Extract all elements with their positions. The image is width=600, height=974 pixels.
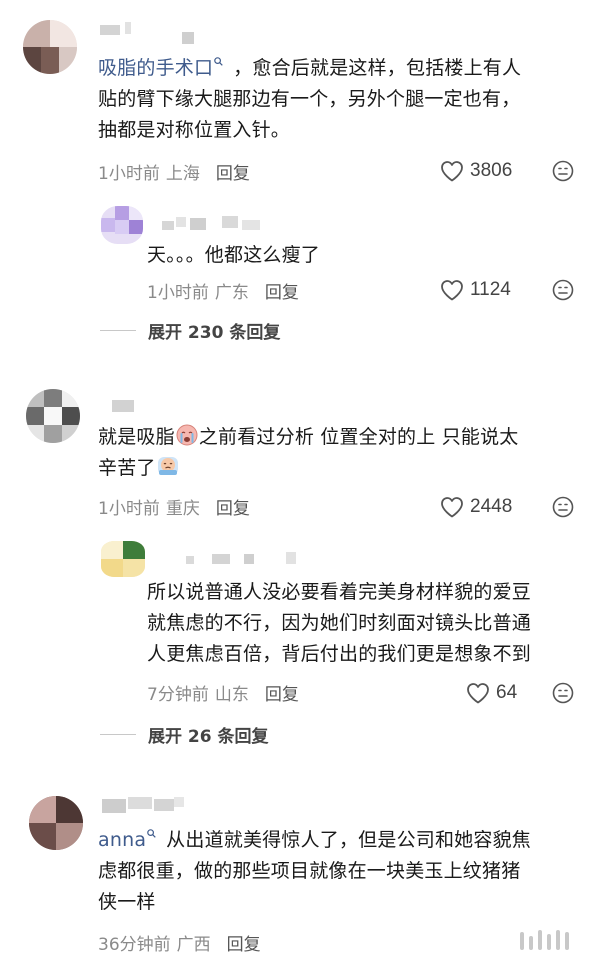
username[interactable] xyxy=(100,22,200,44)
timestamp: 1小时前 xyxy=(147,283,209,303)
watermark-logo xyxy=(520,930,572,952)
heart-outline-icon xyxy=(441,280,463,301)
avatar[interactable] xyxy=(26,389,80,443)
heart-outline-icon xyxy=(467,683,489,704)
crying-face-emoji-icon xyxy=(176,424,198,446)
tearful-face-emoji-icon xyxy=(157,457,178,475)
like-button[interactable]: 2448 xyxy=(440,493,512,521)
location: 重庆 xyxy=(165,499,200,519)
username[interactable] xyxy=(162,214,282,230)
comment-meta: 1小时前 重庆 回复 xyxy=(98,494,250,519)
meh-face-icon[interactable] xyxy=(552,682,574,704)
comment-meta: 36分钟前 广西 回复 xyxy=(98,930,261,955)
like-button[interactable]: 1124 xyxy=(440,276,511,304)
search-icon xyxy=(214,57,223,66)
comment-text: 天。。。他都这么瘦了 xyxy=(147,244,321,266)
username[interactable] xyxy=(186,550,306,566)
like-count: 1124 xyxy=(470,279,511,300)
meh-face-icon[interactable] xyxy=(552,160,574,182)
search-link[interactable]: anna xyxy=(98,829,166,851)
comment-text: anna 从出道就美得惊人了，但是公司和她容貌焦 虑都很重，做的那些项目就像在一块… xyxy=(98,829,531,913)
location: 上海 xyxy=(165,164,200,184)
timestamp: 36分钟前 xyxy=(98,935,171,955)
search-link[interactable]: 吸脂的手术口 xyxy=(98,57,233,79)
meh-face-icon[interactable] xyxy=(552,279,574,301)
username[interactable] xyxy=(112,400,142,416)
comment-text: 所以说普通人没必要看着完美身材样貌的爱豆 就焦虑的不行，因为她们时刻面对镜头比普… xyxy=(147,581,532,665)
avatar[interactable] xyxy=(23,20,77,74)
like-count: 64 xyxy=(496,682,518,703)
search-icon xyxy=(147,829,156,838)
location: 广东 xyxy=(214,283,249,303)
comment-meta: 7分钟前 山东 回复 xyxy=(147,680,299,705)
timestamp: 7分钟前 xyxy=(147,685,209,705)
meh-face-icon[interactable] xyxy=(552,496,574,518)
expand-replies-button[interactable]: 展开 230 条回复 xyxy=(100,318,280,343)
avatar[interactable] xyxy=(101,206,143,244)
reply-button[interactable]: 回复 xyxy=(265,283,299,303)
like-button[interactable]: 3806 xyxy=(440,157,512,185)
divider xyxy=(100,734,136,735)
comment-meta: 1小时前 上海 回复 xyxy=(98,159,250,184)
divider xyxy=(100,330,136,331)
reply-button[interactable]: 回复 xyxy=(216,164,250,184)
heart-outline-icon xyxy=(441,161,463,182)
username[interactable] xyxy=(102,797,192,813)
like-count: 3806 xyxy=(470,160,513,181)
location: 广西 xyxy=(176,935,211,955)
reply-button[interactable]: 回复 xyxy=(265,685,299,705)
like-count: 2448 xyxy=(470,496,513,517)
reply-button[interactable]: 回复 xyxy=(216,499,250,519)
comment-text: 就是吸脂 之前看过分析 位置全对的上 只能说太 辛苦了 xyxy=(98,424,519,479)
like-button[interactable]: 64 xyxy=(466,679,517,707)
comment-meta: 1小时前 广东 回复 xyxy=(147,278,299,303)
location: 山东 xyxy=(214,685,249,705)
expand-replies-button[interactable]: 展开 26 条回复 xyxy=(100,722,269,747)
reply-button[interactable]: 回复 xyxy=(227,935,261,955)
timestamp: 1小时前 xyxy=(98,164,160,184)
heart-outline-icon xyxy=(441,497,463,518)
timestamp: 1小时前 xyxy=(98,499,160,519)
avatar[interactable] xyxy=(101,541,145,577)
comment-text: 吸脂的手术口 ，愈合后就是这样，包括楼上有人 贴的臂下缘大腿那边有一个，另外个腿一… xyxy=(98,57,522,141)
avatar[interactable] xyxy=(29,796,83,850)
